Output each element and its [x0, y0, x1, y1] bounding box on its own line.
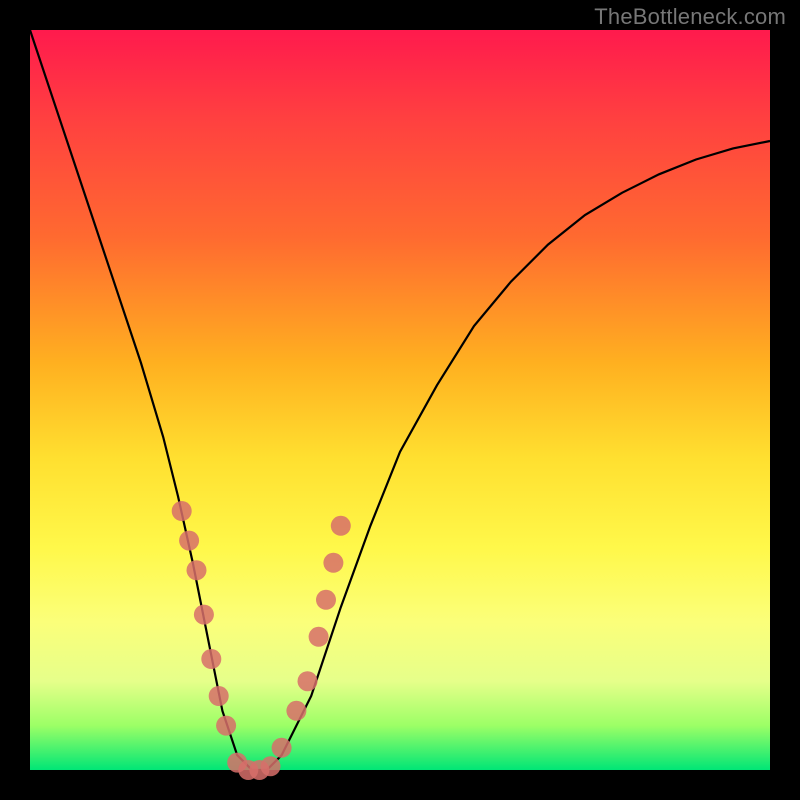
curve-marker — [272, 738, 292, 758]
curve-marker — [172, 501, 192, 521]
curve-marker — [187, 560, 207, 580]
curve-marker — [286, 701, 306, 721]
marker-layer — [172, 501, 351, 780]
curve-marker — [309, 627, 329, 647]
curve-marker — [316, 590, 336, 610]
curve-marker — [201, 649, 221, 669]
curve-marker — [194, 605, 214, 625]
curve-marker — [261, 756, 281, 776]
curve-marker — [323, 553, 343, 573]
curve-marker — [298, 671, 318, 691]
bottleneck-curve-path — [30, 30, 770, 770]
curve-marker — [331, 516, 351, 536]
chart-frame: TheBottleneck.com — [0, 0, 800, 800]
plot-area — [30, 30, 770, 770]
curve-marker — [216, 716, 236, 736]
watermark-text: TheBottleneck.com — [594, 4, 786, 30]
curve-marker — [209, 686, 229, 706]
curve-marker — [179, 531, 199, 551]
bottleneck-curve-svg — [30, 30, 770, 770]
